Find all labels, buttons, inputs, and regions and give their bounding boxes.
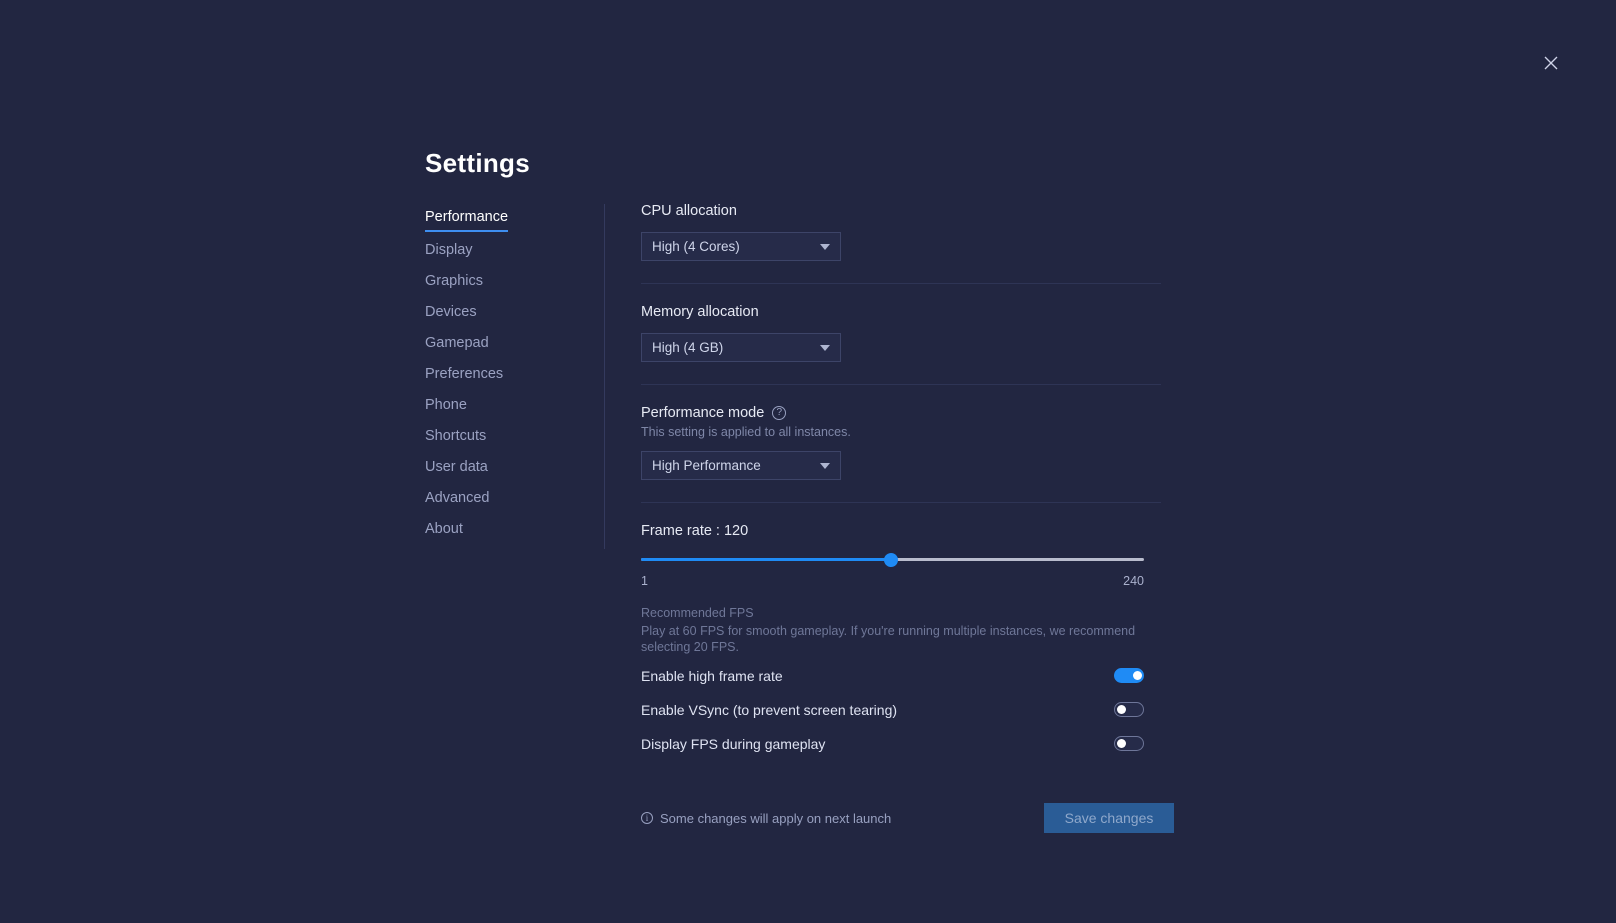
performance-mode-note: This setting is applied to all instances…: [641, 425, 851, 439]
performance-mode-select[interactable]: High Performance: [641, 451, 841, 480]
section-divider: [641, 502, 1161, 503]
toggle-label: Enable high frame rate: [641, 667, 783, 684]
performance-mode-header: Performance mode ?: [641, 405, 1161, 421]
sidebar-item-label: Preferences: [425, 366, 504, 382]
performance-mode-value: High Performance: [652, 458, 761, 473]
sidebar-item-performance[interactable]: Performance: [425, 207, 509, 232]
toggle-knob: [1117, 739, 1126, 748]
info-icon: i: [641, 812, 653, 824]
toggle-knob: [1117, 705, 1126, 714]
sidebar-item-label: About: [425, 521, 463, 537]
footer-note: i Some changes will apply on next launch: [641, 811, 891, 826]
sidebar-item-label: Phone: [425, 397, 467, 413]
sidebar-item-label: User data: [425, 459, 488, 475]
display-fps-toggle[interactable]: [1114, 736, 1144, 751]
save-changes-button[interactable]: Save changes: [1044, 803, 1174, 833]
slider-fill: [641, 558, 891, 561]
memory-allocation-label: Memory allocation: [641, 304, 759, 320]
settings-content: CPU allocation High (4 Cores) Memory all…: [641, 203, 1174, 833]
sidebar-item-about[interactable]: About: [425, 519, 463, 550]
frame-rate-slider[interactable]: [641, 553, 1144, 567]
performance-mode-label: Performance mode: [641, 405, 765, 421]
cpu-allocation-value: High (4 Cores): [652, 239, 740, 254]
cpu-allocation-select[interactable]: High (4 Cores): [641, 232, 841, 261]
frame-rate-label: Frame rate : 120: [641, 523, 749, 539]
toggle-label: Enable VSync (to prevent screen tearing): [641, 701, 898, 718]
sidebar-item-label: Display: [425, 242, 473, 258]
slider-min-label: 1: [641, 574, 648, 588]
toggle-row-display-fps: Display FPS during gameplay: [641, 730, 1144, 757]
close-icon[interactable]: [1536, 48, 1566, 78]
toggle-knob: [1133, 671, 1142, 680]
section-divider: [641, 283, 1161, 284]
memory-allocation-select[interactable]: High (4 GB): [641, 333, 841, 362]
vsync-toggle[interactable]: [1114, 702, 1144, 717]
chevron-down-icon: [820, 344, 830, 351]
recommended-fps-title: Recommended FPS: [641, 606, 754, 620]
sidebar-item-label: Graphics: [425, 273, 484, 289]
chevron-down-icon: [820, 243, 830, 250]
sidebar-item-preferences[interactable]: Preferences: [425, 364, 503, 395]
close-glyph: [1544, 56, 1558, 70]
slider-range-labels: 1 240: [641, 574, 1144, 588]
toggle-row-high-frame-rate: Enable high frame rate: [641, 662, 1144, 689]
help-icon[interactable]: ?: [772, 406, 787, 420]
recommended-fps-body: Play at 60 FPS for smooth gameplay. If y…: [641, 624, 1136, 654]
settings-footer: i Some changes will apply on next launch…: [641, 803, 1174, 833]
high-frame-rate-toggle[interactable]: [1114, 668, 1144, 683]
sidebar-item-devices[interactable]: Devices: [425, 302, 477, 333]
slider-thumb[interactable]: [884, 553, 898, 567]
sidebar-item-graphics[interactable]: Graphics: [425, 271, 483, 302]
sidebar-item-label: Advanced: [425, 490, 490, 506]
sidebar-item-phone[interactable]: Phone: [425, 395, 467, 426]
sidebar-item-gamepad[interactable]: Gamepad: [425, 333, 489, 364]
cpu-allocation-label: CPU allocation: [641, 203, 737, 219]
toggle-row-vsync: Enable VSync (to prevent screen tearing): [641, 696, 1144, 723]
section-divider: [641, 384, 1161, 385]
sidebar-item-label: Devices: [425, 304, 477, 320]
sidebar-content-divider: [604, 204, 605, 549]
sidebar-item-advanced[interactable]: Advanced: [425, 488, 490, 519]
memory-allocation-value: High (4 GB): [652, 340, 724, 355]
footer-note-text: Some changes will apply on next launch: [660, 810, 892, 826]
page-title: Settings: [425, 148, 530, 178]
settings-sidebar: Performance Display Graphics Devices Gam…: [425, 207, 595, 550]
sidebar-item-user-data[interactable]: User data: [425, 457, 488, 488]
chevron-down-icon: [820, 462, 830, 469]
sidebar-item-display[interactable]: Display: [425, 240, 473, 271]
sidebar-item-label: Gamepad: [425, 335, 489, 351]
slider-max-label: 240: [1123, 574, 1144, 588]
sidebar-item-shortcuts[interactable]: Shortcuts: [425, 426, 486, 457]
toggle-label: Display FPS during gameplay: [641, 735, 826, 752]
settings-dialog: Settings Performance Display Graphics De…: [0, 0, 1616, 923]
sidebar-item-label: Performance: [425, 209, 509, 225]
sidebar-item-label: Shortcuts: [425, 428, 487, 444]
